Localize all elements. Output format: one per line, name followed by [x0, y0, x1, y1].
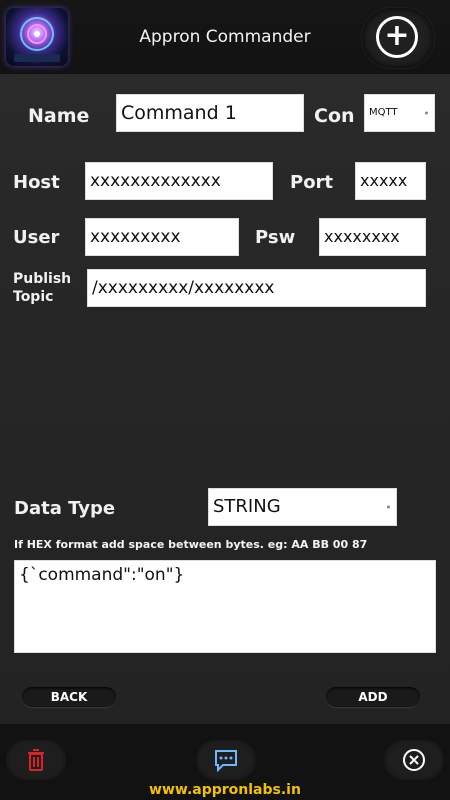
- data-textarea[interactable]: {`command":"on"}: [14, 560, 436, 653]
- password-input[interactable]: xxxxxxxx: [319, 218, 426, 256]
- port-label: Port: [290, 172, 334, 193]
- dropdown-icon: [387, 505, 390, 509]
- app-logo: [6, 8, 68, 66]
- user-label: User: [13, 227, 60, 248]
- website-link[interactable]: www.appronlabs.in: [0, 782, 450, 798]
- command-form: Name Command 1 Con MQTT Host xxxxxxxxxxx…: [0, 74, 450, 724]
- close-button[interactable]: [382, 738, 446, 782]
- publish-topic-input[interactable]: /xxxxxxxxx/xxxxxxxx: [87, 269, 426, 307]
- port-input[interactable]: xxxxx: [355, 162, 426, 200]
- user-input[interactable]: xxxxxxxxx: [85, 218, 239, 256]
- data-type-value: STRING: [213, 496, 281, 517]
- plus-circle-icon: +: [376, 16, 418, 58]
- connection-value: MQTT: [369, 107, 398, 118]
- add-command-button[interactable]: +: [362, 8, 434, 68]
- app-title: Appron Commander: [139, 27, 311, 47]
- host-input[interactable]: xxxxxxxxxxxxx: [85, 162, 273, 200]
- back-button[interactable]: BACK: [22, 687, 116, 707]
- dropdown-icon: [425, 111, 428, 115]
- name-input[interactable]: Command 1: [116, 94, 304, 132]
- close-circle-icon: [403, 749, 425, 771]
- message-button[interactable]: [194, 738, 258, 782]
- con-label: Con: [314, 105, 355, 127]
- add-button[interactable]: ADD: [326, 687, 420, 707]
- publish-label: Publish: [13, 271, 72, 287]
- delete-button[interactable]: [4, 738, 68, 782]
- chat-bubble-icon: [215, 750, 237, 773]
- app-header: Appron Commander +: [0, 0, 450, 74]
- data-type-label: Data Type: [14, 498, 116, 519]
- name-label: Name: [28, 105, 90, 127]
- host-label: Host: [13, 172, 60, 193]
- connection-select[interactable]: MQTT: [364, 94, 435, 132]
- topic-label: Topic: [13, 289, 54, 305]
- psw-label: Psw: [255, 227, 296, 248]
- data-type-select[interactable]: STRING: [208, 488, 397, 526]
- publish-topic-label: Publish Topic: [13, 270, 71, 306]
- trash-icon: [28, 749, 44, 771]
- hex-format-hint: If HEX format add space between bytes. e…: [14, 538, 368, 551]
